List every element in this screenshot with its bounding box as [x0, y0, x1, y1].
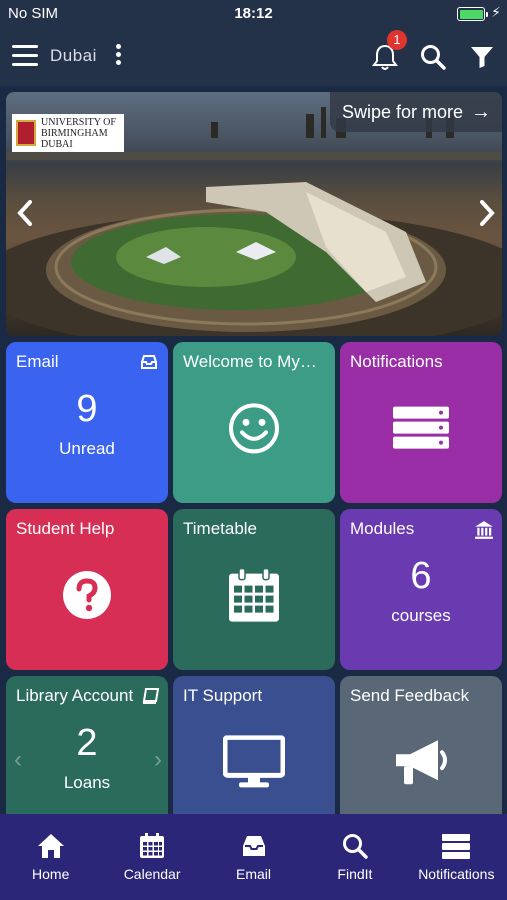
calendar-icon	[140, 833, 165, 858]
tab-notifications[interactable]: Notifications	[406, 814, 507, 900]
arrow-right-icon: →	[471, 100, 492, 123]
notification-badge: 1	[387, 30, 407, 50]
tab-home[interactable]: Home	[0, 814, 101, 900]
chevron-right-icon[interactable]	[476, 198, 498, 228]
tab-label: Notifications	[418, 866, 495, 882]
tile-send-feedback[interactable]: Send Feedback	[340, 676, 502, 837]
clock: 18:12	[234, 5, 273, 22]
tile-library-account[interactable]: Library Account ‹ › 2 Loans	[6, 676, 168, 837]
tile-title: IT Support	[183, 686, 263, 705]
tab-label: Email	[236, 866, 272, 882]
tab-email[interactable]: Email	[203, 814, 304, 900]
inbox-icon	[242, 836, 265, 856]
swipe-hint[interactable]: Swipe for more →	[330, 92, 502, 132]
bottom-tab-bar: Home Calendar Email FindIt Notifications	[0, 814, 507, 900]
server-icon	[442, 834, 471, 859]
server-icon	[393, 406, 449, 449]
monitor-icon	[223, 734, 285, 787]
tile-modules[interactable]: Modules 6 courses	[340, 509, 502, 670]
top-nav-bar: Dubai 1	[0, 28, 507, 86]
tab-label: Home	[32, 866, 70, 882]
tile-title: Welcome to My…	[183, 352, 317, 371]
tab-label: FindIt	[337, 866, 373, 882]
book-icon	[142, 688, 160, 704]
course-count: 6	[410, 555, 432, 597]
search-icon	[342, 834, 368, 859]
menu-icon[interactable]	[12, 45, 38, 67]
more-options-icon[interactable]	[114, 44, 122, 68]
swipe-hint-label: Swipe for more	[342, 101, 464, 122]
unread-count: 9	[76, 388, 98, 430]
question-icon	[63, 570, 111, 619]
smiley-icon	[229, 402, 279, 453]
tab-calendar[interactable]: Calendar	[101, 814, 202, 900]
tab-label: Calendar	[123, 866, 181, 882]
tile-title: Email	[16, 352, 59, 371]
tile-notifications[interactable]: Notifications	[340, 342, 502, 503]
tile-title: Timetable	[183, 519, 258, 538]
status-bar: No SIM 18:12 ⚡	[0, 0, 507, 28]
tile-title: Send Feedback	[350, 686, 470, 705]
calendar-icon	[229, 567, 279, 622]
chevron-left-icon[interactable]	[14, 198, 36, 228]
loan-label: Loans	[63, 773, 111, 792]
institution-icon	[475, 521, 493, 539]
megaphone-icon	[396, 739, 447, 784]
tile-title: Notifications	[350, 352, 443, 371]
inbox-icon	[141, 355, 157, 369]
university-logo: UNIVERSITY OF BIRMINGHAM DUBAI	[12, 114, 124, 152]
location-label: Dubai	[50, 46, 97, 65]
search-icon[interactable]	[419, 43, 447, 71]
tile-title: Student Help	[16, 519, 115, 538]
loan-count: 2	[76, 722, 98, 764]
campus-banner-carousel[interactable]: UNIVERSITY OF BIRMINGHAM DUBAI Swipe for…	[6, 92, 502, 336]
home-icon	[37, 834, 64, 858]
filter-icon[interactable]	[469, 44, 495, 70]
charging-icon: ⚡	[491, 4, 501, 20]
tile-student-help[interactable]: Student Help	[6, 509, 168, 670]
tile-title: Modules	[350, 519, 415, 538]
battery-icon	[457, 7, 488, 21]
tile-it-support[interactable]: IT Support	[173, 676, 335, 837]
tile-title: Library Account	[16, 686, 134, 705]
tile-email[interactable]: Email 9 Unread	[6, 342, 168, 503]
unread-label: Unread	[59, 439, 115, 458]
tab-findit[interactable]: FindIt	[304, 814, 405, 900]
tile-welcome[interactable]: Welcome to My…	[173, 342, 335, 503]
tile-timetable[interactable]: Timetable	[173, 509, 335, 670]
course-label: courses	[391, 606, 451, 625]
